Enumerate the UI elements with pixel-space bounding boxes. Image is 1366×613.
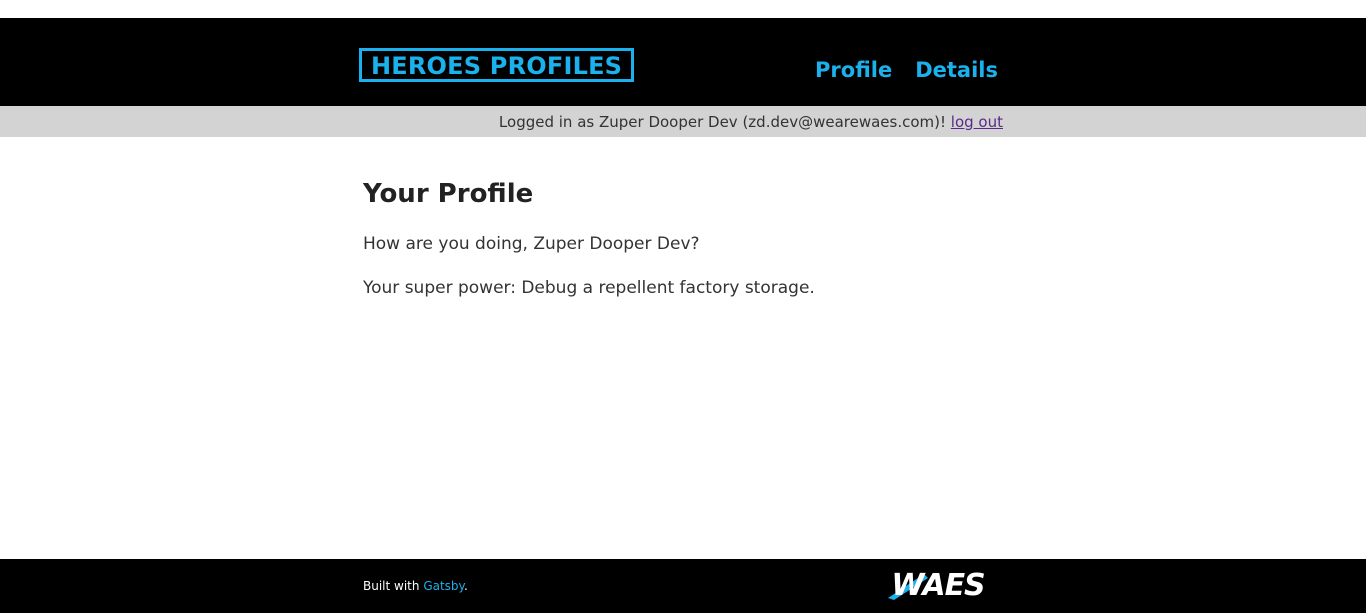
built-with-prefix: Built with xyxy=(363,579,424,593)
built-with-text: Built with Gatsby. xyxy=(363,579,468,594)
nav-item-details[interactable]: Details xyxy=(915,56,998,84)
login-status-bar: Logged in as Zuper Dooper Dev (zd.dev@we… xyxy=(0,106,1366,137)
gatsby-link[interactable]: Gatsby xyxy=(423,579,464,593)
nav-item-profile[interactable]: Profile xyxy=(815,56,892,84)
greeting-text: How are you doing, Zuper Dooper Dev? xyxy=(363,234,700,254)
waes-logo-text: WAES xyxy=(891,568,984,602)
logged-in-text: Logged in as Zuper Dooper Dev (zd.dev@we… xyxy=(498,113,951,131)
site-footer: Built with Gatsby. WAES xyxy=(0,559,1366,613)
main-nav: Profile Details xyxy=(815,56,998,84)
logout-link[interactable]: log out xyxy=(951,113,1003,131)
waes-logo-icon[interactable]: WAES xyxy=(884,568,994,602)
main-content: Your Profile How are you doing, Zuper Do… xyxy=(363,137,1003,299)
site-header: HEROES PROFILES Profile Details xyxy=(0,18,1366,106)
super-power-text: Your super power: Debug a repellent fact… xyxy=(363,278,815,298)
page: HEROES PROFILES Profile Details Logged i… xyxy=(0,0,1366,613)
page-title: Your Profile xyxy=(363,179,534,209)
login-status: Logged in as Zuper Dooper Dev (zd.dev@we… xyxy=(499,113,1003,131)
built-with-suffix: . xyxy=(463,579,468,593)
site-logo-link[interactable]: HEROES PROFILES xyxy=(359,48,635,82)
